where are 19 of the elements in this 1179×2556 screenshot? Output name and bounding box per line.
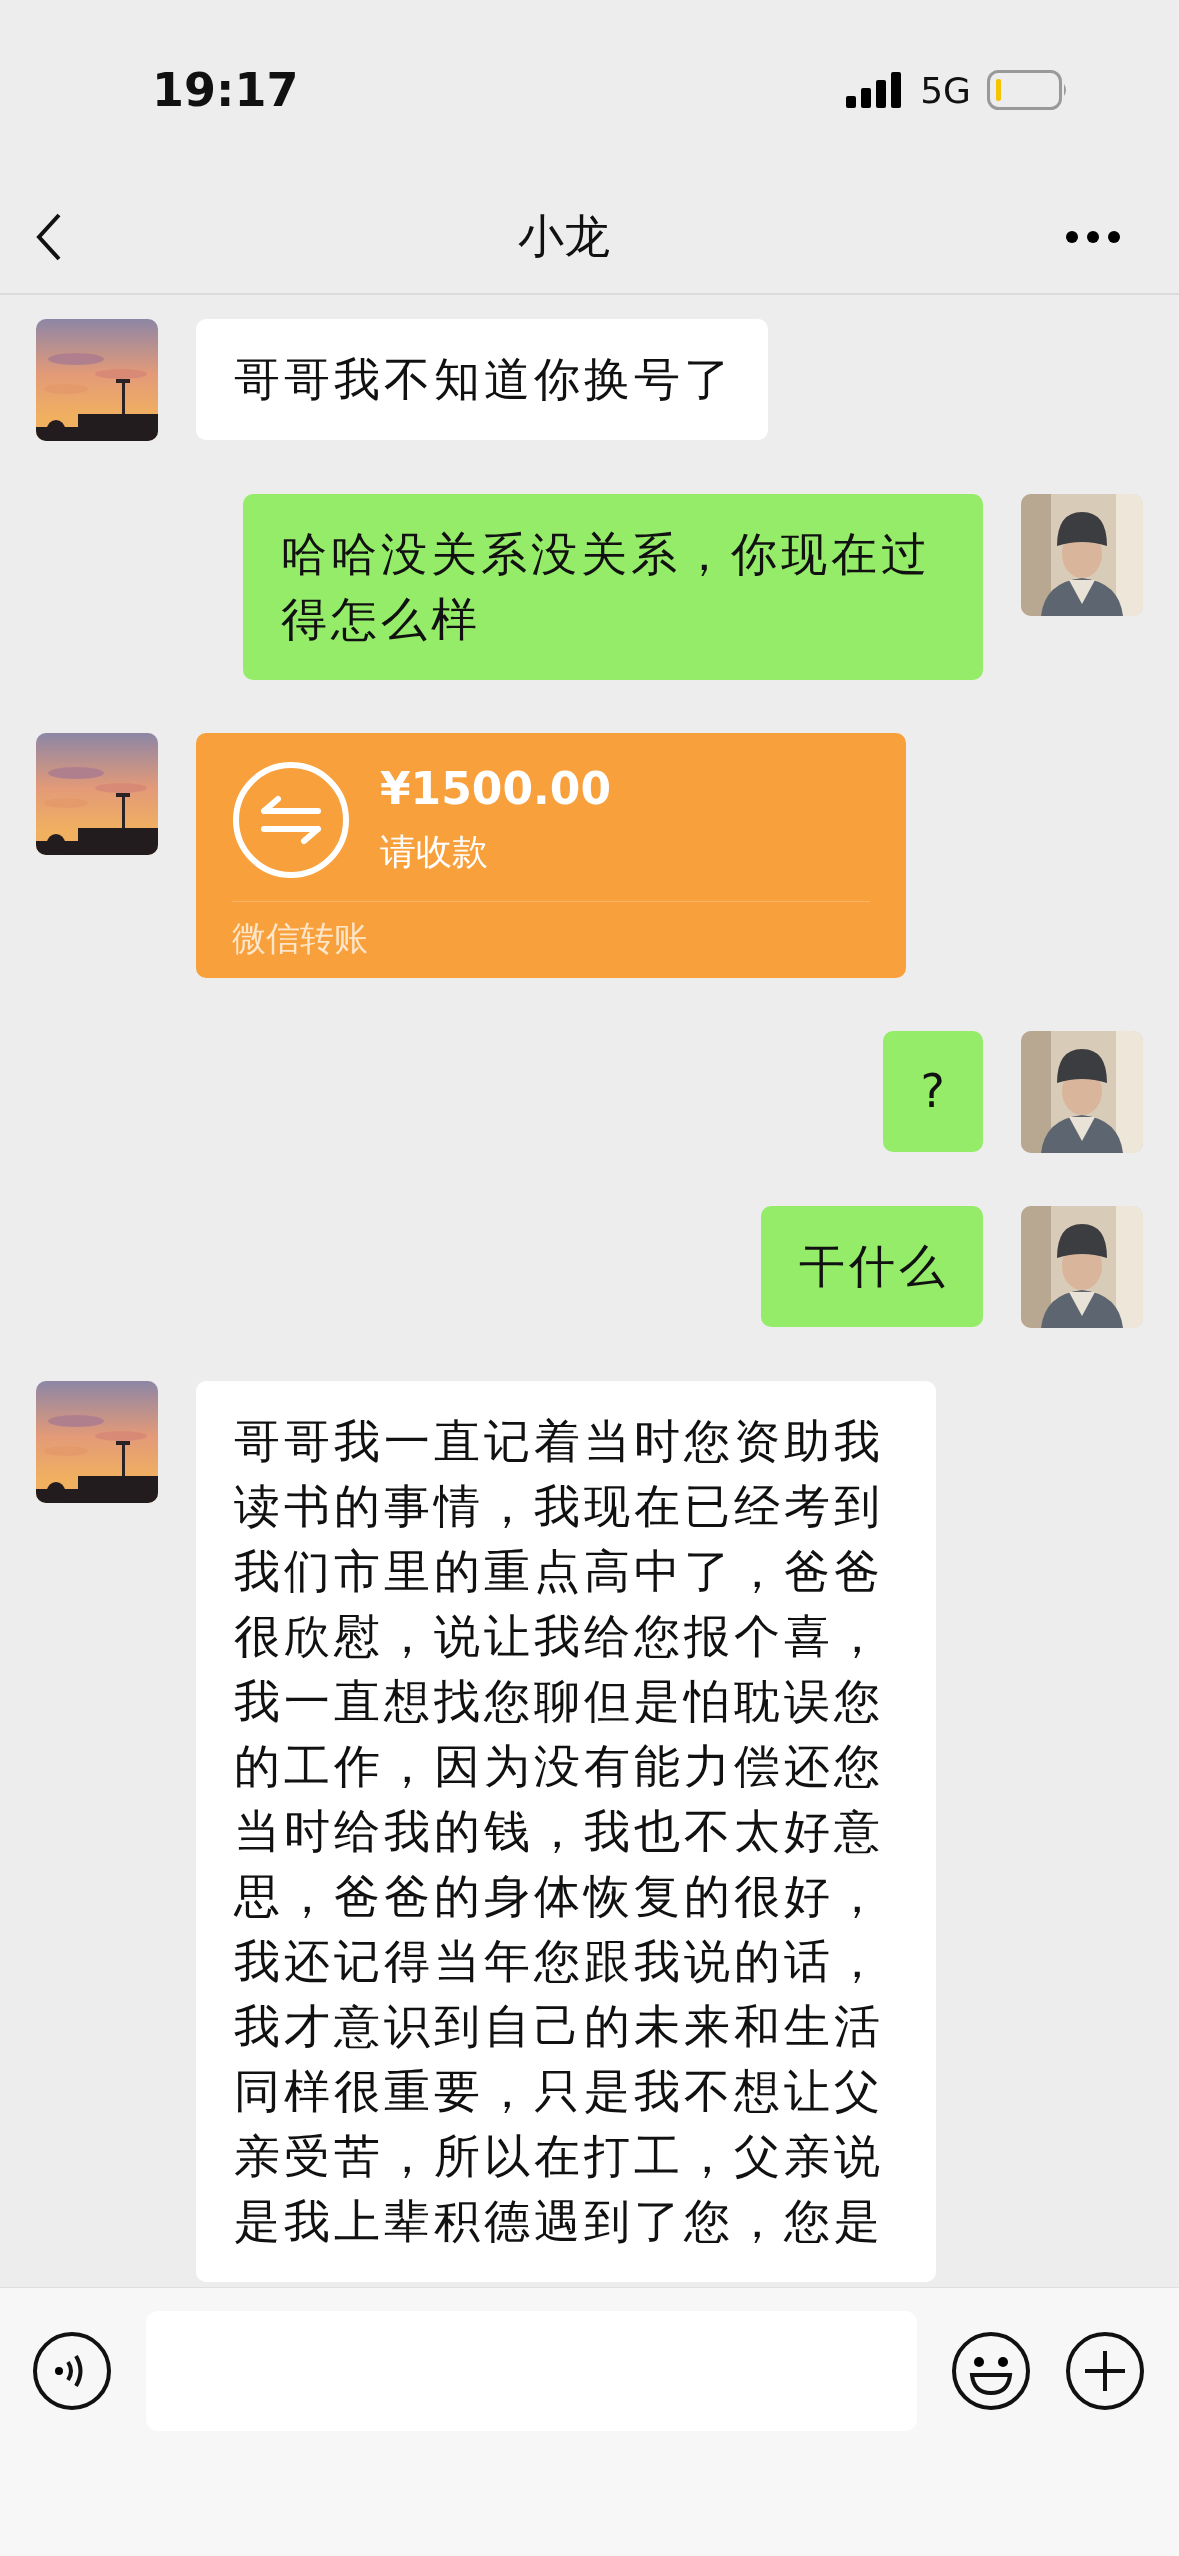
voice-icon[interactable] (32, 2331, 112, 2411)
chat-title: 小龙 (517, 207, 610, 265)
message-bubble: 哥哥我一直记着当时您资助我读书的事情，我现在已经考到我们市里的重点高中了，爸爸很欣慰，说让我给您报个喜，我一直想找您聊但是怕耽误您的工作，因为没有能力偿还您当时给我的钱，我也不太好意思，爸爸的身体恢复的很好，我还记得当年您跟我说的话，我才意识到自己的未来和生活同样很重要，只是我不想让父亲受苦，所以在打工，父亲说是我上辈积德遇到了您，您是 (196, 1381, 936, 2282)
status-time: 19:17 (152, 63, 299, 117)
network-label: 5G (920, 69, 971, 111)
back-icon[interactable] (36, 211, 62, 262)
battery-icon (987, 70, 1069, 110)
transfer-note: 请收款 (380, 830, 489, 874)
transfer-label: 微信转账 (232, 917, 369, 960)
message-bubble: 哥哥我不知道你换号了 (196, 319, 768, 440)
transfer-icon (232, 761, 350, 879)
more-icon[interactable] (1065, 229, 1121, 244)
add-icon[interactable] (1065, 2331, 1145, 2411)
message-bubble: 哈哈没关系没关系，你现在过得怎么样 (243, 494, 983, 680)
transfer-amount: ¥1500.00 (380, 763, 612, 814)
message-bubble: ? (882, 1031, 983, 1152)
transfer-card[interactable]: ¥1500.00 请收款 微信转账 (196, 733, 906, 978)
emoji-icon[interactable] (951, 2331, 1031, 2411)
message-bubble: 干什么 (761, 1206, 983, 1327)
